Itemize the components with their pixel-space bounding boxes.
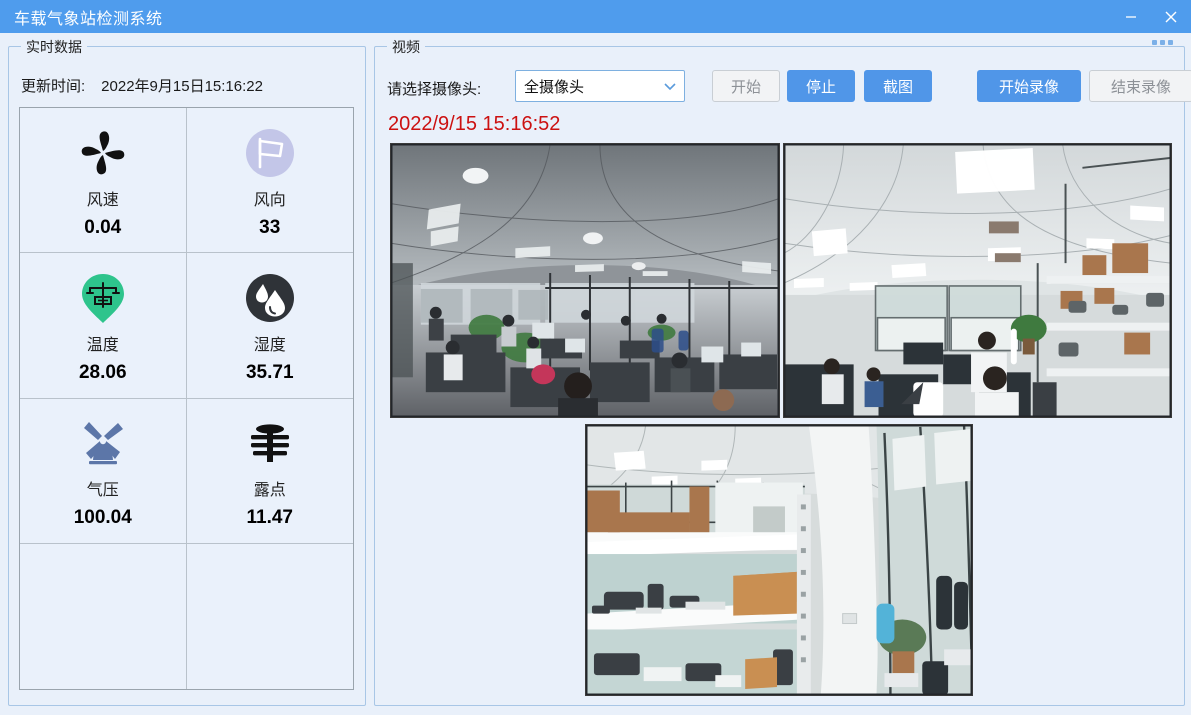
metric-cell-empty-right bbox=[187, 544, 354, 689]
metric-name: 露点 bbox=[253, 482, 286, 500]
dot-2 bbox=[1160, 40, 1165, 45]
camera-select-label: 请选择摄像头: bbox=[387, 81, 482, 98]
metric-cell-empty-left bbox=[20, 543, 187, 689]
flag-circle-icon bbox=[241, 124, 299, 182]
metric-cell-wind-direction: 风向 33 bbox=[186, 108, 353, 254]
video-panel-legend: 视频 bbox=[387, 37, 425, 57]
dot-3 bbox=[1168, 40, 1173, 45]
pagoda-icon bbox=[241, 414, 299, 472]
metric-cell-pressure: 气压 100.04 bbox=[20, 398, 187, 544]
metrics-grid: 风速 0.04 风向 33 温度 28.06 湿度 35.71 气压 100.0… bbox=[19, 107, 354, 690]
metric-name: 风向 bbox=[253, 191, 286, 209]
realtime-panel-legend: 实时数据 bbox=[21, 37, 87, 57]
camera-select-value: 全摄像头 bbox=[524, 78, 585, 96]
minimize-button[interactable] bbox=[1111, 0, 1151, 33]
update-time-row: 更新时间: 2022年9月15日15:16:22 bbox=[21, 75, 263, 96]
camera-feed-2[interactable] bbox=[783, 143, 1172, 418]
metric-value: 28.06 bbox=[78, 361, 127, 383]
stop-button[interactable]: 停止 bbox=[787, 70, 855, 102]
resize-dots-indicator bbox=[1152, 40, 1173, 45]
video-timestamp: 2022/9/15 15:16:52 bbox=[388, 113, 561, 135]
video-panel: 视频 请选择摄像头: 全摄像头 开始 停止 截图 开始录像 结束录像 2022/… bbox=[374, 37, 1191, 706]
update-time-value: 2022年9月15日15:16:22 bbox=[101, 78, 263, 95]
camera-feed-3[interactable] bbox=[585, 424, 973, 696]
metric-value: 100.04 bbox=[73, 507, 132, 529]
metric-cell-dew-point: 露点 11.47 bbox=[186, 399, 353, 544]
minimize-icon bbox=[1123, 9, 1139, 25]
update-time-label: 更新时间: bbox=[21, 78, 86, 95]
metric-value: 0.04 bbox=[84, 216, 122, 238]
snapshot-button[interactable]: 截图 bbox=[864, 70, 932, 102]
metric-name: 气压 bbox=[86, 482, 119, 500]
window-title: 车载气象站检测系统 bbox=[14, 10, 163, 28]
water-drops-icon bbox=[241, 269, 299, 327]
start-record-button[interactable]: 开始录像 bbox=[977, 70, 1081, 102]
metric-cell-wind-speed: 风速 0.04 bbox=[20, 108, 187, 254]
chevron-down-icon bbox=[662, 78, 678, 94]
metric-name: 风速 bbox=[86, 191, 119, 209]
stop-record-button[interactable]: 结束录像 bbox=[1089, 70, 1191, 102]
camera-feed-1[interactable] bbox=[390, 143, 780, 418]
fan-icon bbox=[74, 124, 132, 182]
realtime-data-panel: 实时数据 更新时间: 2022年9月15日15:16:22 风速 0.04 风向… bbox=[8, 37, 366, 706]
title-bar: 车载气象站检测系统 bbox=[0, 0, 1191, 33]
metric-name: 温度 bbox=[86, 336, 119, 354]
start-button[interactable]: 开始 bbox=[712, 70, 780, 102]
windmill-icon bbox=[74, 414, 132, 472]
close-button[interactable] bbox=[1151, 0, 1191, 33]
close-icon bbox=[1162, 8, 1180, 26]
metric-cell-humidity: 湿度 35.71 bbox=[186, 253, 353, 399]
video-controls-bar: 请选择摄像头: 全摄像头 开始 停止 截图 开始录像 结束录像 bbox=[387, 69, 1191, 105]
metric-value: 35.71 bbox=[245, 361, 294, 383]
video-feed-grid bbox=[388, 143, 1172, 696]
metric-value: 33 bbox=[259, 216, 281, 238]
metric-name: 湿度 bbox=[253, 336, 286, 354]
dot-1 bbox=[1152, 40, 1157, 45]
metric-cell-temperature: 温度 28.06 bbox=[20, 253, 187, 399]
application-window: 车载气象站检测系统 实时数据 更新时间: 2022年9月15日15:16:22 bbox=[0, 0, 1191, 715]
metric-value: 11.47 bbox=[246, 507, 294, 529]
map-pin-weather-icon bbox=[74, 269, 132, 327]
camera-select[interactable]: 全摄像头 bbox=[515, 70, 685, 102]
